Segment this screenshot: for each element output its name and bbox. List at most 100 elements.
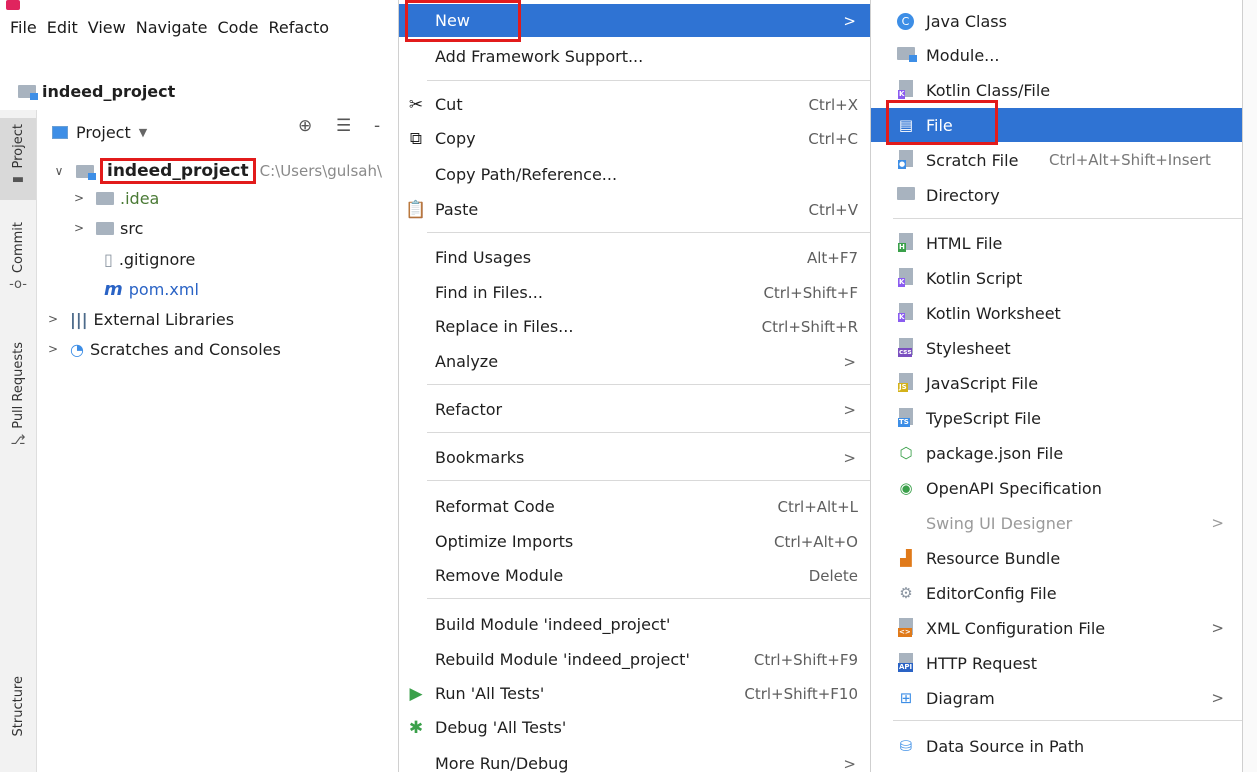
tree-root-path: C:\Users\gulsah\ [259,162,383,180]
menu-item-run-all-tests[interactable]: ▶ Run 'All Tests' Ctrl+Shift+F10 [399,677,870,710]
menu-item-shortcut: Ctrl+Shift+F [763,283,858,302]
menu-separator [427,384,870,385]
toolwindow-pull-requests-tab[interactable]: Pull Requests ⎇ [0,342,36,467]
menu-item-replace-in-files[interactable]: Replace in Files... Ctrl+Shift+R [399,310,870,343]
options-icon[interactable]: - [374,116,380,136]
tree-row-label: pom.xml [128,279,199,299]
menu-item-copy[interactable]: ⧉ Copy Ctrl+C [399,122,870,155]
menu-item-optimize-imports[interactable]: Optimize Imports Ctrl+Alt+O [399,525,870,558]
toolwindow-project-tab[interactable]: Project ▬ [0,118,36,200]
chevron-down-icon[interactable]: ∨ [52,164,66,178]
menu-item-shortcut: Ctrl+Shift+F9 [753,650,858,669]
tree-root-row[interactable]: ∨ indeed_project C:\Users\gulsah\ [52,156,382,186]
submenu-item-resource-bundle[interactable]: ▟ Resource Bundle [871,541,1242,575]
menu-item-shortcut: Ctrl+Shift+R [761,317,858,336]
tree-row-label: src [120,218,144,238]
submenu-item-java-class[interactable]: C Java Class [871,4,1242,38]
menu-separator [427,80,870,81]
chevron-right-icon: > [843,448,856,467]
breadcrumb-project[interactable]: indeed_project [42,82,175,101]
chevron-down-icon[interactable]: ▼ [139,126,147,139]
menu-code[interactable]: Code [218,18,259,37]
submenu-item-editorconfig[interactable]: ⚙ EditorConfig File [871,576,1242,610]
menu-item-label: Paste [435,200,479,219]
chevron-right-icon: > [843,11,856,30]
submenu-item-swing-ui-designer[interactable]: Swing UI Designer > [871,506,1242,540]
commit-icon: -o- [9,277,27,293]
chevron-right-icon[interactable]: > [46,342,60,356]
menu-item-add-framework-support[interactable]: Add Framework Support... [399,40,870,73]
submenu-item-kotlin-worksheet[interactable]: K Kotlin Worksheet [871,296,1242,330]
tree-row-scratches[interactable]: > ◔ Scratches and Consoles [46,334,281,364]
menu-item-shortcut: Ctrl+Shift+F10 [744,684,858,703]
menu-item-reformat-code[interactable]: Reformat Code Ctrl+Alt+L [399,490,870,523]
menu-item-remove-module[interactable]: Remove Module Delete [399,559,870,592]
submenu-item-label: EditorConfig File [926,583,1057,603]
submenu-item-scratch-file[interactable]: ● Scratch File Ctrl+Alt+Shift+Insert [871,143,1242,177]
submenu-item-kotlin-script[interactable]: K Kotlin Script [871,261,1242,295]
menu-item-shortcut: Ctrl+Alt+L [777,497,859,516]
menu-item-find-in-files[interactable]: Find in Files... Ctrl+Shift+F [399,276,870,309]
menu-item-debug-all-tests[interactable]: ✱ Debug 'All Tests' [399,711,870,744]
collapse-all-icon[interactable]: ☰ [336,116,351,136]
submenu-item-package-json[interactable]: ⬡ package.json File [871,436,1242,470]
tool-window-strip: Project ▬ Commit -o- Pull Requests ⎇ Str… [0,110,37,772]
submenu-item-label: OpenAPI Specification [926,478,1102,498]
menu-edit[interactable]: Edit [47,18,78,37]
submenu-item-http-request[interactable]: API HTTP Request [871,646,1242,680]
menu-item-build-module[interactable]: Build Module 'indeed_project' [399,608,870,641]
menu-item-bookmarks[interactable]: Bookmarks > [399,441,870,474]
submenu-item-xml-configuration[interactable]: <> XML Configuration File > [871,611,1242,645]
submenu-item-openapi[interactable]: ◉ OpenAPI Specification [871,471,1242,505]
submenu-item-stylesheet[interactable]: css Stylesheet [871,331,1242,365]
tree-row-gitignore[interactable]: ▯ .gitignore [104,244,195,274]
scratch-file-icon: ● [895,149,917,171]
app-logo-icon [6,0,20,10]
tree-row-idea[interactable]: > .idea [72,183,159,213]
menu-item-shortcut: Ctrl+Alt+O [774,532,858,551]
submenu-item-typescript-file[interactable]: TS TypeScript File [871,401,1242,435]
menu-item-label: Bookmarks [435,448,525,467]
submenu-item-label: package.json File [926,443,1064,463]
menu-item-label: More Run/Debug [435,754,569,773]
tree-row-label: External Libraries [93,309,235,329]
menu-item-rebuild-module[interactable]: Rebuild Module 'indeed_project' Ctrl+Shi… [399,643,870,676]
menu-item-refactor[interactable]: Refactor > [399,393,870,426]
toolwindow-structure-tab[interactable]: Structure [0,676,36,766]
submenu-item-directory[interactable]: Directory [871,178,1242,212]
menu-item-cut[interactable]: ✂ Cut Ctrl+X [399,88,870,121]
menu-item-find-usages[interactable]: Find Usages Alt+F7 [399,241,870,274]
chevron-right-icon[interactable]: > [46,312,60,326]
maven-icon: m [104,278,123,300]
menu-item-label: Copy [435,129,476,148]
tree-root-name: indeed_project [100,158,256,184]
submenu-item-label: Diagram [926,688,995,708]
menu-item-more-run-debug[interactable]: More Run/Debug > [399,747,870,780]
tree-row-external-libraries[interactable]: > ||| External Libraries [46,304,234,334]
submenu-item-diagram[interactable]: ⊞ Diagram > [871,681,1242,715]
submenu-item-javascript-file[interactable]: JS JavaScript File [871,366,1242,400]
submenu-item-html-file[interactable]: H HTML File [871,226,1242,260]
diagram-icon: ⊞ [899,689,913,707]
module-icon [895,46,917,64]
chevron-right-icon[interactable]: > [72,191,86,205]
menu-navigate[interactable]: Navigate [136,18,208,37]
menu-view[interactable]: View [88,18,126,37]
menu-item-label: Debug 'All Tests' [435,718,567,737]
annotation-highlight-file [886,100,998,145]
menu-refactor[interactable]: Refacto [268,18,329,37]
context-menu: New > Add Framework Support... ✂ Cut Ctr… [398,0,871,773]
menu-item-analyze[interactable]: Analyze > [399,345,870,378]
tree-row-pom[interactable]: m pom.xml [104,274,199,304]
copy-icon: ⧉ [409,128,423,149]
toolwindow-commit-tab[interactable]: Commit -o- [0,222,36,312]
menu-separator [427,432,870,433]
submenu-item-data-source-in-path[interactable]: ⛁ Data Source in Path [871,729,1242,763]
tree-row-src[interactable]: > src [72,213,143,243]
menu-file[interactable]: File [10,18,37,37]
menu-item-paste[interactable]: 📋 Paste Ctrl+V [399,193,870,226]
locate-icon[interactable]: ⊕ [298,116,312,136]
submenu-item-module[interactable]: Module... [871,38,1242,72]
menu-item-copy-path[interactable]: Copy Path/Reference... [399,158,870,191]
chevron-right-icon[interactable]: > [72,221,86,235]
